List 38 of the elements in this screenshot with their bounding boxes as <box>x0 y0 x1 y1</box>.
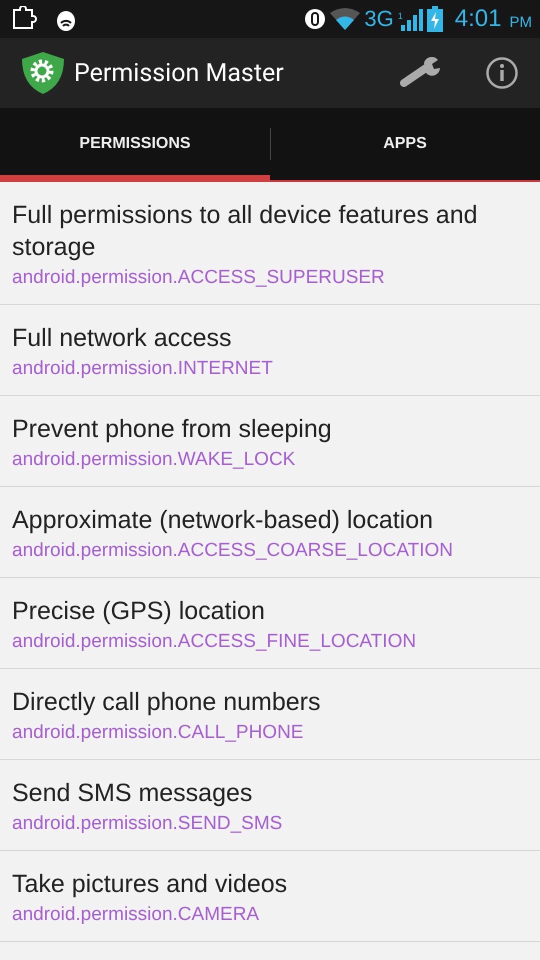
signal-number: 1 <box>398 11 403 21</box>
permission-title: Full permissions to all device features and storage <box>12 200 479 263</box>
permission-item[interactable]: Prevent phone from sleeping android.permission.WAKE_LOCK <box>0 396 540 487</box>
permission-title: Take pictures and videos <box>12 869 288 900</box>
permission-name: android.permission.ACCESS_COARSE_LOCATION <box>12 540 454 562</box>
wrench-icon <box>400 57 442 89</box>
permission-item[interactable]: Full network access android.permission.INTERNET <box>0 305 540 396</box>
clock-time: 4:01 <box>454 5 502 33</box>
permission-item[interactable]: Approximate (network-based) location android.permission.ACCESS_COARSE_LOCATION <box>0 487 540 578</box>
shield-gear-icon <box>20 51 66 95</box>
battery-charging-icon <box>426 6 443 32</box>
permission-name: android.permission.ACCESS_FINE_LOCATION <box>12 631 418 653</box>
permission-item[interactable]: Full permissions to all device features and storage android.permission.ACCESS_SUPERUSER <box>0 182 540 305</box>
permission-title: Approximate (network-based) location <box>12 505 434 536</box>
network-type: 3G <box>364 6 394 32</box>
permission-name: android.permission.CALL_PHONE <box>12 722 304 744</box>
clock-ampm: PM <box>510 14 532 30</box>
permission-name: android.permission.INTERNET <box>12 358 274 380</box>
permission-name: android.permission.ACCESS_SUPERUSER <box>12 267 386 289</box>
info-button[interactable] <box>486 57 518 89</box>
puzzle-icon <box>12 6 40 32</box>
permission-name: android.permission.CAMERA <box>12 904 260 926</box>
permission-item[interactable]: Directly call phone numbers android.permission.CALL_PHONE <box>0 669 540 760</box>
permission-item[interactable]: Precise (GPS) location android.permission.ACCESS_FINE_LOCATION <box>0 578 540 669</box>
wifi-icon <box>330 8 360 30</box>
permission-name: android.permission.SEND_SMS <box>12 813 284 835</box>
permission-title: Prevent phone from sleeping <box>12 414 333 445</box>
settings-button[interactable] <box>400 57 442 89</box>
permission-title: Send SMS messages <box>12 778 254 809</box>
permission-title: Directly call phone numbers <box>12 687 322 718</box>
app-title: Permission Master <box>74 58 285 88</box>
permission-name: android.permission.WAKE_LOCK <box>12 449 296 471</box>
permission-item[interactable]: Take pictures and videos android.permission.CAMERA <box>0 851 540 942</box>
signal-icon <box>400 7 423 31</box>
permission-item[interactable]: Send SMS messages android.permission.SEND_SMS <box>0 760 540 851</box>
info-icon <box>486 57 518 89</box>
permission-title: Precise (GPS) location <box>12 596 266 627</box>
permission-title: Full network access <box>12 323 233 354</box>
